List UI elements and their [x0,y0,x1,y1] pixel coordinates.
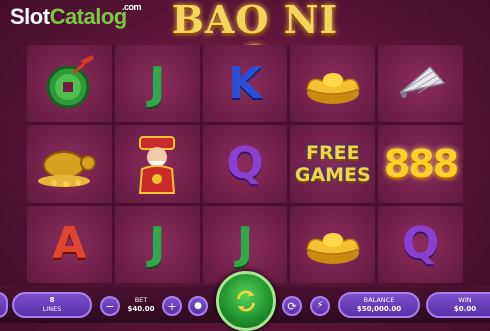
golden-turtle-icon [38,150,97,187]
reel-cell [114,125,200,203]
reel-cell [290,45,376,123]
reel-cell: 888 [378,125,463,203]
reel-cell: A [27,205,112,283]
lines-value: 8 [49,296,55,304]
balance-label: BALANCE [363,296,395,304]
watermark-suffix: .com [122,2,142,12]
reel-cell [290,205,376,283]
fan-icon [399,65,445,98]
bet-label: BET [134,296,148,304]
menu-button-partial[interactable] [0,292,8,318]
win-display: WIN $0.00 [426,292,490,318]
autoplay-button[interactable]: ⟳ [282,296,302,316]
symbol-q: Q [401,218,440,270]
reel-cell: Q [202,125,288,203]
game-title: BAO NI 8 [171,0,339,80]
reel-cell: Q [378,205,463,283]
reel-cell: J [114,45,200,123]
spin-button[interactable] [216,271,276,331]
symbol-k: K [227,57,263,109]
symbol-a: A [52,218,87,270]
reels-grid: J K Q FREE GAMES 888 A J J Q [27,45,463,283]
win-label: WIN [458,296,472,304]
max-bet-button[interactable]: ● [188,296,208,316]
free-games-symbol: FREE GAMES [295,142,371,186]
reel-cell [27,125,112,203]
gold-ingot-icon [305,72,360,104]
symbol-j: J [236,218,254,270]
plus-icon: + [167,299,177,313]
lines-label: LINES [42,305,62,313]
bet-display: BET $40.00 [119,292,163,318]
wealth-god-icon [139,135,176,194]
lines-display[interactable]: 8 LINES [12,292,92,318]
symbol-888: 888 [383,141,459,186]
jade-coin-icon [46,54,95,109]
symbol-j: J [149,218,166,270]
win-value: $0.00 [453,305,477,313]
reel-cell [378,45,463,123]
coins-icon: ● [194,300,202,311]
bet-value: $40.00 [127,305,155,313]
gold-ingot-icon [305,233,360,265]
balance-value: $50,000.00 [356,305,402,313]
reel-cell: K [202,45,288,123]
reel-cell [27,45,112,123]
bet-increase-button[interactable]: + [162,296,182,316]
reel-cell: FREE GAMES [290,125,376,203]
symbol-q: Q [226,137,264,189]
watermark-part1: Slot [10,4,50,29]
minus-icon: − [105,299,115,313]
lightning-icon: ⚡ [316,300,324,311]
slotcatalog-watermark: SlotCatalog .com [10,3,142,29]
balance-display: BALANCE $50,000.00 [338,292,420,318]
free-games-line2: GAMES [294,163,371,186]
autoplay-icon: ⟳ [287,299,297,313]
watermark-part2: Catalog [49,4,128,29]
turbo-button[interactable]: ⚡ [310,296,330,316]
free-games-line1: FREE [305,141,360,164]
bet-decrease-button[interactable]: − [100,296,120,316]
symbol-j: J [149,57,166,109]
reel-cell: J [114,205,200,283]
spin-icon [237,290,255,312]
